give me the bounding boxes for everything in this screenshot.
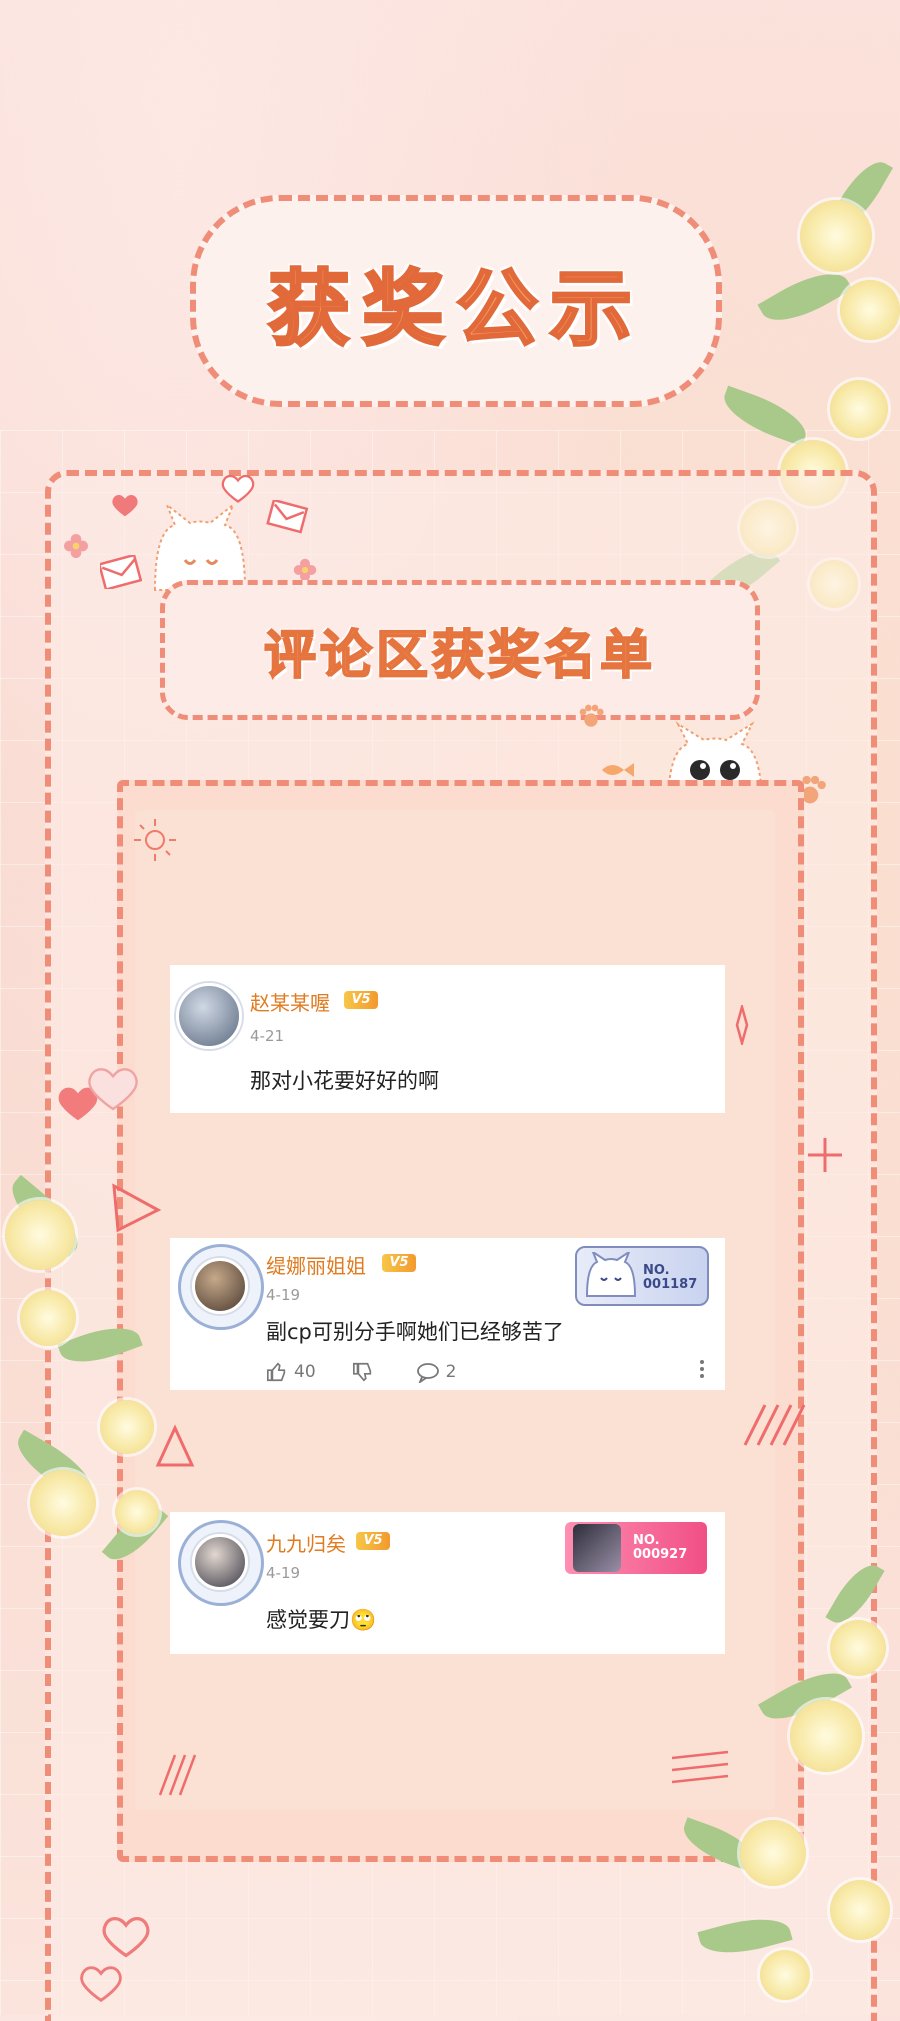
heart-icon bbox=[112, 495, 138, 517]
section-subtitle: 评论区获奖名单 bbox=[263, 625, 656, 687]
title-banner: 获奖公示 bbox=[190, 195, 722, 407]
stripes-decoration bbox=[158, 1754, 197, 1796]
fan-badge: NO. 001187 bbox=[575, 1246, 709, 1306]
comment-text: 那对小花要好好的啊 bbox=[250, 1069, 439, 1093]
heart-icon bbox=[80, 1966, 122, 2002]
sparkle-icon bbox=[134, 819, 176, 861]
envelope-icon bbox=[266, 500, 309, 534]
paw-icon bbox=[579, 704, 604, 727]
like-icon bbox=[267, 1362, 286, 1381]
vip-badge: V5 bbox=[382, 1254, 416, 1272]
comment-date: 4-21 bbox=[250, 1027, 285, 1045]
sparkle-icon bbox=[735, 1005, 749, 1045]
dislike-button[interactable] bbox=[352, 1361, 380, 1383]
badge-number: NO. 001187 bbox=[643, 1263, 698, 1292]
heart-icon bbox=[88, 1068, 138, 1111]
envelope-icon bbox=[100, 555, 142, 589]
fish-icon bbox=[602, 763, 634, 777]
heart-icon bbox=[102, 1917, 150, 1958]
emoji-icon: 🙄 bbox=[350, 1608, 377, 1632]
avatar[interactable] bbox=[192, 1258, 248, 1314]
heart-icon bbox=[221, 474, 255, 503]
more-button[interactable] bbox=[698, 1358, 706, 1385]
comment-text: 副cp可别分手啊她们已经够苦了 bbox=[266, 1320, 564, 1344]
username[interactable]: 九九归矣 bbox=[266, 1528, 346, 1557]
badge-number: NO. 000927 bbox=[633, 1533, 688, 1562]
comment-text: 感觉要刀🙄 bbox=[266, 1608, 377, 1632]
sparkle-icon bbox=[808, 1138, 842, 1172]
dislike-icon bbox=[352, 1362, 371, 1381]
subtitle-banner: 评论区获奖名单 bbox=[160, 580, 760, 720]
like-button[interactable]: 40 bbox=[266, 1361, 316, 1383]
triangle-icon bbox=[112, 1183, 162, 1233]
comment-date: 4-19 bbox=[266, 1286, 301, 1304]
username[interactable]: 缇娜丽姐姐 bbox=[266, 1250, 366, 1279]
page-title: 获奖公示 bbox=[266, 260, 644, 358]
comment-card-3: 九九归矣 V5 4-19 感觉要刀🙄 NO. 000927 bbox=[170, 1512, 725, 1654]
cat-icon bbox=[585, 1252, 637, 1297]
flower-icon bbox=[64, 534, 88, 558]
reply-button[interactable]: 2 bbox=[416, 1361, 457, 1383]
more-icon bbox=[700, 1360, 704, 1378]
vip-badge: V5 bbox=[344, 991, 378, 1009]
avatar[interactable] bbox=[176, 983, 242, 1049]
stripes-decoration bbox=[743, 1404, 806, 1446]
username[interactable]: 赵某某喔 bbox=[250, 987, 330, 1016]
vip-badge: V5 bbox=[356, 1532, 390, 1550]
comment-date: 4-19 bbox=[266, 1564, 301, 1582]
comment-actions: 40 2 bbox=[266, 1358, 706, 1385]
reply-count: 2 bbox=[445, 1361, 457, 1382]
triangle-icon bbox=[155, 1424, 195, 1467]
comment-card-1: 赵某某喔 V5 4-21 那对小花要好好的啊 bbox=[170, 965, 725, 1113]
avatar[interactable] bbox=[192, 1534, 248, 1590]
like-count: 40 bbox=[294, 1361, 316, 1382]
stripes-decoration bbox=[671, 1750, 729, 1784]
comment-card-2: 缇娜丽姐姐 V5 4-19 副cp可别分手啊她们已经够苦了 NO. 001187… bbox=[170, 1238, 725, 1390]
comment-icon bbox=[416, 1362, 439, 1383]
badge-avatar bbox=[573, 1524, 621, 1572]
fan-badge: NO. 000927 bbox=[565, 1522, 707, 1574]
